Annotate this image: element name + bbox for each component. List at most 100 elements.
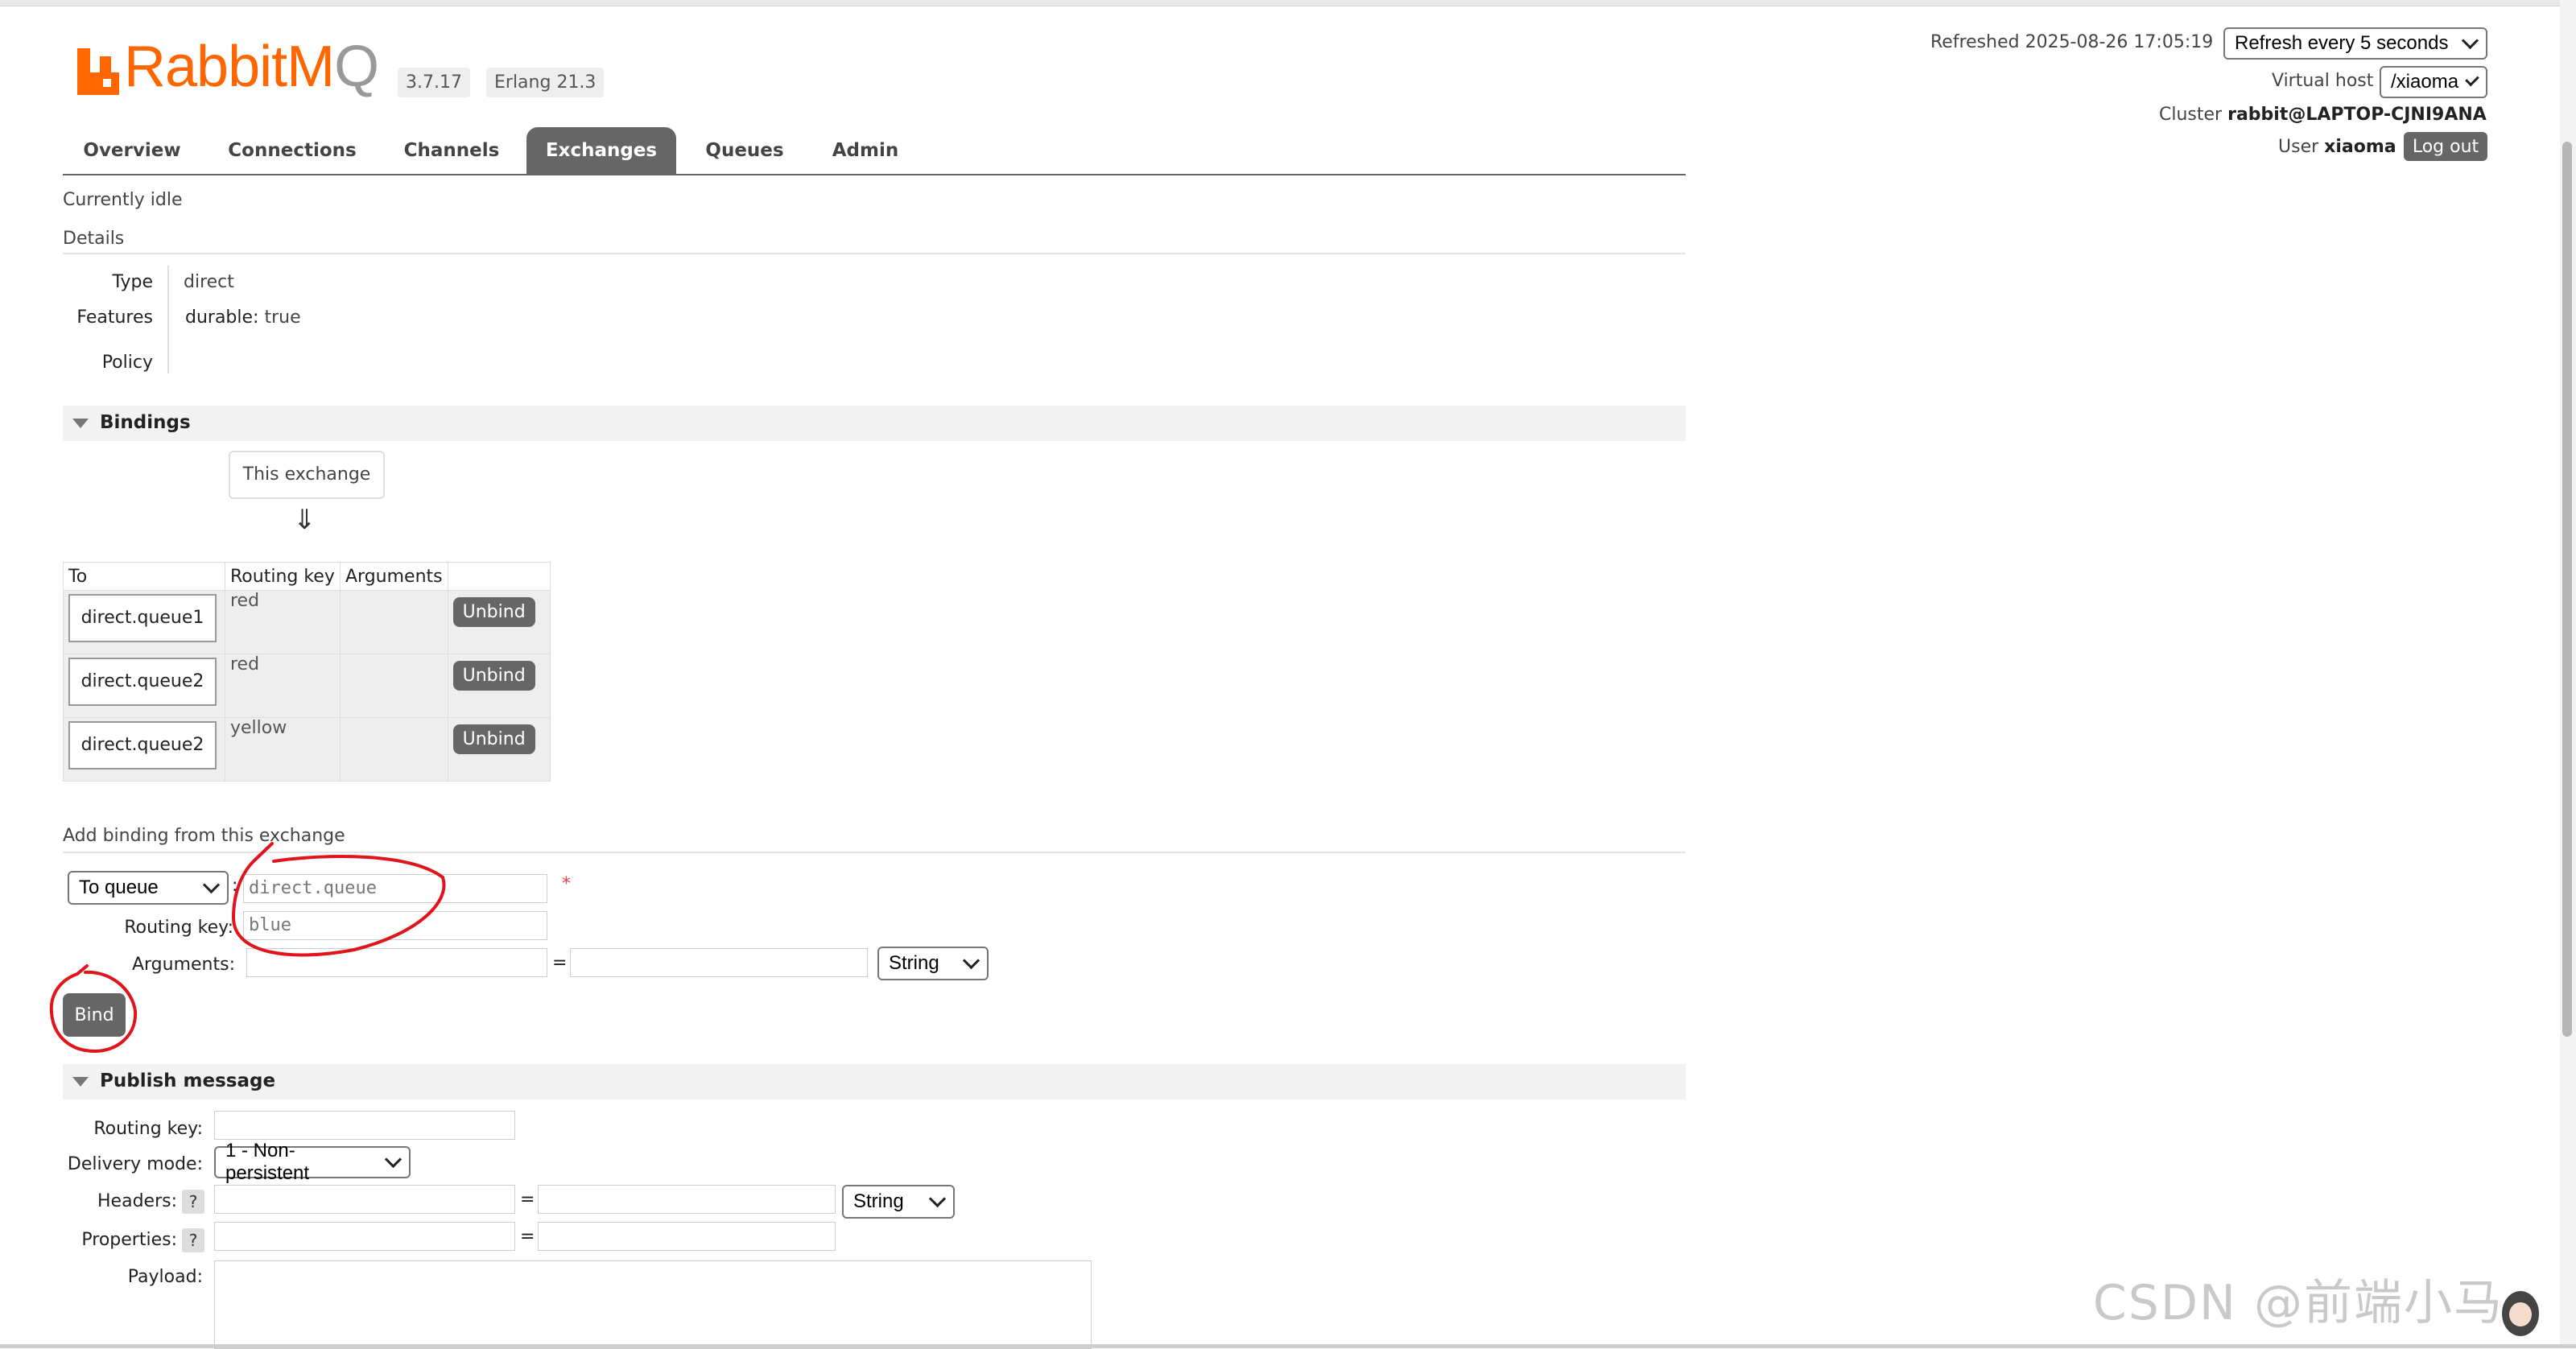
cluster-name: rabbit@LAPTOP-CJNI9ANA — [2227, 105, 2487, 125]
feature-value: true — [264, 307, 301, 328]
payload-label: Payload: — [127, 1267, 203, 1287]
chevron-down-icon — [962, 951, 980, 969]
property-value-input[interactable] — [538, 1222, 836, 1251]
tab-queues[interactable]: Queues — [691, 127, 799, 174]
header-type-select[interactable]: String — [842, 1185, 955, 1219]
property-key-input[interactable] — [214, 1222, 515, 1251]
tab-admin[interactable]: Admin — [813, 127, 918, 174]
tab-overview[interactable]: Overview — [63, 127, 201, 174]
tab-exchanges[interactable]: Exchanges — [526, 127, 676, 174]
arguments-cell — [340, 590, 448, 654]
user-label: User — [2278, 137, 2319, 157]
unbind-button[interactable]: Unbind — [452, 597, 535, 627]
virtual-host-value: /xiaoma — [2391, 71, 2459, 93]
chevron-down-icon — [2465, 72, 2479, 86]
destination-type-value: To queue — [79, 877, 159, 898]
delivery-mode-value: 1 - Non-persistent — [225, 1140, 310, 1184]
chevron-down-icon — [928, 1190, 947, 1207]
argument-type-value: String — [889, 952, 939, 974]
equals-sign: = — [520, 1227, 535, 1247]
queue-link[interactable]: direct.queue2 — [68, 658, 217, 706]
collapse-triangle-icon — [72, 419, 89, 428]
version-badge: 3.7.17 — [398, 68, 470, 97]
routing-key-cell: yellow — [225, 717, 341, 782]
publish-routing-key-input[interactable] — [214, 1111, 515, 1140]
features-value: durable: true — [185, 307, 301, 328]
arguments-cell — [340, 654, 448, 718]
chevron-down-icon — [384, 1150, 402, 1168]
column-header-arguments: Arguments — [340, 562, 448, 591]
feature-key: durable: — [185, 307, 259, 328]
tab-connections[interactable]: Connections — [217, 127, 367, 174]
refreshed-timestamp: Refreshed 2025-08-26 17:05:19 — [1930, 32, 2214, 52]
annotation-circle-bind — [49, 964, 138, 1054]
logout-button[interactable]: Log out — [2404, 132, 2487, 161]
scrollbar-thumb[interactable] — [2562, 142, 2572, 1037]
publish-section-header[interactable]: Publish message — [63, 1064, 1686, 1099]
down-arrow-icon: ⇓ — [293, 504, 316, 536]
unbind-button[interactable]: Unbind — [452, 661, 535, 691]
bindings-heading: Bindings — [100, 412, 191, 433]
cluster-label: Cluster — [2159, 105, 2223, 125]
user-info: User xiaoma — [2278, 137, 2396, 157]
cluster-info: Cluster rabbit@LAPTOP-CJNI9ANA — [2159, 105, 2487, 125]
status-text: Currently idle — [63, 190, 183, 210]
tab-channels[interactable]: Channels — [391, 127, 512, 174]
type-label: Type — [112, 272, 153, 292]
delivery-mode-select[interactable]: 1 - Non-persistent — [214, 1140, 411, 1184]
header-key-input[interactable] — [214, 1185, 515, 1214]
logo-wordmark: RabbitMQ — [124, 35, 379, 99]
publish-heading: Publish message — [100, 1071, 276, 1091]
column-header-routing-key: Routing key — [225, 562, 341, 591]
bindings-table-header: To Routing key Arguments — [63, 562, 551, 591]
erlang-badge: Erlang 21.3 — [486, 68, 605, 97]
properties-label: Properties: — [81, 1230, 177, 1250]
this-exchange-box: This exchange — [229, 451, 385, 499]
publish-routing-key-label: Routing key: — [93, 1119, 203, 1139]
avatar — [2502, 1291, 2539, 1336]
payload-textarea[interactable] — [214, 1260, 1092, 1349]
refresh-interval-select[interactable]: Refresh every 5 seconds — [2223, 27, 2487, 60]
bindings-section-header[interactable]: Bindings — [63, 406, 1686, 441]
collapse-triangle-icon — [72, 1077, 89, 1087]
window-bottom-edge — [0, 1344, 2576, 1348]
queue-link[interactable]: direct.queue2 — [68, 721, 217, 769]
column-header-actions — [447, 562, 551, 591]
window-top-edge — [0, 0, 2576, 6]
routing-key-cell: red — [225, 590, 341, 654]
virtual-host-select[interactable]: /xiaoma — [2380, 66, 2487, 98]
argument-type-select[interactable]: String — [877, 947, 989, 980]
equals-sign: = — [552, 953, 568, 973]
header-value-input[interactable] — [538, 1185, 836, 1214]
queue-link[interactable]: direct.queue1 — [68, 594, 217, 642]
table-row: direct.queue1 red Unbind — [63, 590, 551, 654]
properties-help-icon[interactable]: ? — [182, 1228, 204, 1252]
type-value: direct — [184, 272, 234, 292]
equals-sign: = — [520, 1190, 535, 1210]
watermark: CSDN @前端小马 — [2092, 1275, 2504, 1331]
headers-label: Headers: — [97, 1191, 177, 1211]
rabbitmq-logo[interactable]: RabbitMQ — [77, 35, 379, 99]
bindings-table: To Routing key Arguments direct.queue1 r… — [63, 562, 551, 782]
routing-key-cell: red — [225, 654, 341, 718]
policy-label: Policy — [101, 353, 153, 373]
refresh-interval-value: Refresh every 5 seconds — [2235, 32, 2449, 54]
required-marker: * — [562, 874, 571, 894]
unbind-button[interactable]: Unbind — [452, 724, 535, 754]
arguments-cell — [340, 717, 448, 782]
argument-value-input[interactable] — [570, 948, 868, 977]
headers-help-icon[interactable]: ? — [182, 1190, 204, 1214]
column-header-to: To — [63, 562, 225, 591]
destination-type-select[interactable]: To queue — [68, 871, 229, 905]
header-type-value: String — [853, 1190, 904, 1212]
annotation-circle-inputs — [231, 842, 446, 957]
details-column-divider — [167, 266, 169, 373]
user-name: xiaoma — [2324, 137, 2396, 157]
details-heading: Details — [63, 229, 125, 249]
virtual-host-label: Virtual host — [2272, 71, 2374, 91]
chevron-down-icon — [2461, 31, 2479, 49]
table-row: direct.queue2 yellow Unbind — [63, 717, 551, 782]
details-divider — [63, 253, 1686, 254]
features-label: Features — [76, 307, 153, 328]
delivery-mode-label: Delivery mode: — [67, 1154, 203, 1174]
